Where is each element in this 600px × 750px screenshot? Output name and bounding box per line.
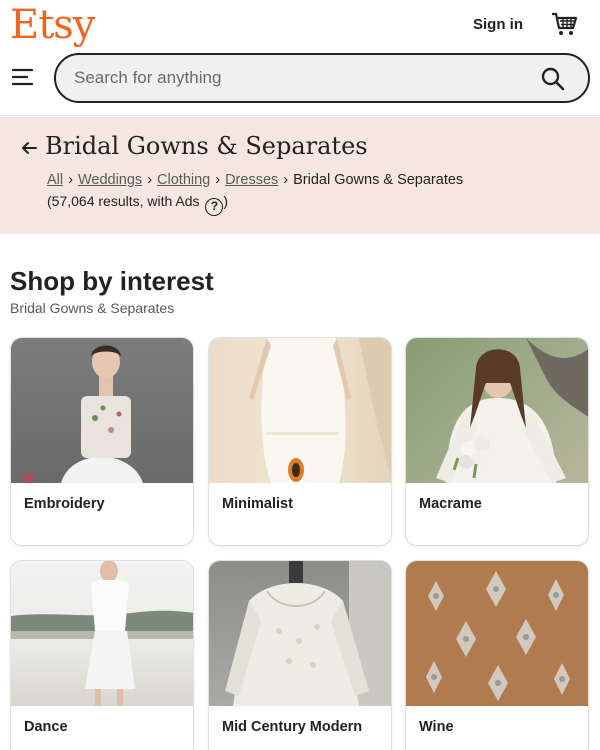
section-subtitle: Bridal Gowns & Separates	[10, 300, 175, 316]
interest-card-wine[interactable]: Wine	[405, 560, 589, 750]
bride-short-dress-photo	[11, 561, 193, 706]
chevron-right-icon: ›	[147, 172, 153, 188]
card-label: Minimalist	[222, 496, 293, 512]
interest-card-embroidery[interactable]: Embroidery	[10, 337, 194, 546]
sign-in-link[interactable]: Sign in	[473, 16, 523, 33]
results-text: (57,064 results, with Ads	[47, 193, 200, 209]
interest-card-minimalist[interactable]: Minimalist	[208, 337, 392, 546]
card-label: Embroidery	[24, 496, 105, 512]
bride-minimalist-dress-photo	[209, 338, 391, 483]
beaded-lace-fabric-photo	[406, 561, 588, 706]
section-title: Shop by interest	[10, 266, 214, 296]
results-close-paren: )	[223, 193, 229, 209]
breadcrumb-current: Bridal Gowns & Separates	[293, 172, 464, 188]
results-count: (57,064 results, with Ads ?)	[47, 193, 228, 216]
breadcrumb-weddings[interactable]: Weddings	[78, 172, 142, 188]
site-header: Etsy Sign in	[0, 0, 600, 116]
card-label: Mid Century Modern	[222, 719, 363, 735]
category-banner: Bridal Gowns & Separates All › Weddings › Cl…	[0, 117, 600, 234]
card-label: Dance	[24, 719, 68, 735]
interest-card-dance[interactable]: Dance	[10, 560, 194, 750]
back-arrow-icon[interactable]	[21, 141, 37, 155]
search-input[interactable]	[74, 65, 514, 91]
bride-embroidered-top-photo	[11, 338, 193, 483]
lace-dress-on-mannequin-photo	[209, 561, 391, 706]
card-label: Wine	[419, 719, 454, 735]
card-label: Macrame	[419, 496, 482, 512]
interest-card-macrame[interactable]: Macrame	[405, 337, 589, 546]
hamburger-menu-icon[interactable]	[11, 67, 34, 87]
etsy-logo[interactable]: Etsy	[10, 2, 95, 48]
chevron-right-icon: ›	[68, 172, 73, 188]
breadcrumb: All › Weddings › Clothing › Dresses › Bridal Gow…	[47, 172, 463, 188]
interest-card-mid-century-modern[interactable]: Mid Century Modern	[208, 560, 392, 750]
cart-icon[interactable]	[551, 10, 579, 38]
search-bar	[54, 53, 590, 103]
question-icon[interactable]: ?	[205, 198, 224, 216]
chevron-right-icon: ›	[283, 172, 289, 188]
bride-lace-sleeves-photo	[406, 338, 588, 483]
search-icon[interactable]	[540, 66, 566, 92]
page-title: Bridal Gowns & Separates	[45, 132, 368, 160]
breadcrumb-dresses[interactable]: Dresses	[225, 172, 278, 188]
breadcrumb-all[interactable]: All	[47, 172, 63, 188]
breadcrumb-clothing[interactable]: Clothing	[157, 172, 210, 188]
chevron-right-icon: ›	[215, 172, 221, 188]
